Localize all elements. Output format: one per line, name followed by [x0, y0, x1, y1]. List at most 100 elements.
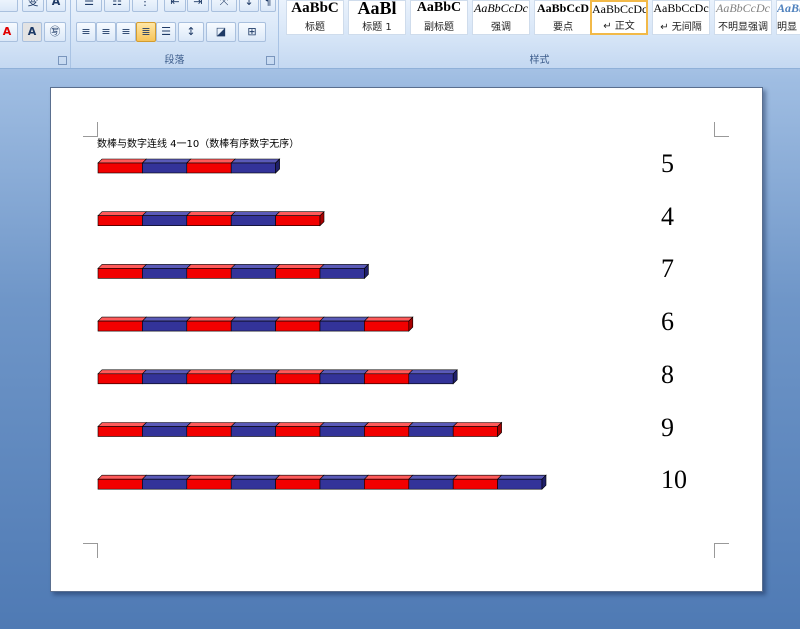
paragraph-dialog-launcher[interactable]	[266, 56, 275, 65]
rod-segment-top	[141, 211, 192, 216]
rod-segment-blue	[319, 478, 365, 490]
rod-segment-top	[274, 211, 325, 216]
style-intense-emphasis[interactable]: AaBb 明显	[776, 0, 800, 35]
chinese-layout-button[interactable]: ⤧	[211, 0, 237, 12]
rod-segment-blue	[319, 320, 365, 332]
rod-segment-top	[141, 474, 192, 480]
rod-segment-red	[186, 268, 232, 279]
borders-button[interactable]: ⊞	[238, 22, 266, 42]
multilevel-list-button[interactable]: ⋮	[132, 0, 158, 12]
line-spacing-button[interactable]: ↕	[178, 22, 204, 42]
rod-segment-top	[97, 369, 148, 375]
rod-segment-blue	[230, 478, 276, 490]
number-rod	[97, 474, 547, 490]
style-no-spacing[interactable]: AaBbCcDc ↵ 无间隔	[652, 0, 710, 35]
rod-segment-red	[364, 320, 410, 332]
align-right-icon: ≡	[121, 25, 131, 38]
distributed-icon: ☰	[161, 25, 171, 38]
sort-button[interactable]: ↧	[239, 0, 259, 12]
rod-segment-red	[452, 426, 498, 437]
align-left-button[interactable]: ≡	[76, 22, 96, 42]
rod-segment-top	[363, 316, 414, 322]
rod-segment-red	[364, 373, 410, 385]
style-heading-1[interactable]: AaBl 标题 1	[348, 0, 406, 35]
justify-button[interactable]: ≣	[136, 22, 156, 42]
bullets-icon: ☰	[84, 0, 94, 8]
rod-segment-red	[97, 373, 143, 385]
style-subtitle[interactable]: AaBbC 副标题	[410, 0, 468, 35]
style-subtle-emphasis[interactable]: AaBbCcDc 不明显强调	[714, 0, 772, 35]
char-border-button[interactable]: A	[46, 0, 66, 12]
rod-segment-red	[97, 320, 143, 332]
rod-segment-top	[363, 474, 414, 480]
rod-segment-top	[141, 369, 192, 375]
rod-segment-red	[186, 320, 232, 332]
rod-segment-top	[319, 474, 370, 480]
number-rod	[97, 369, 458, 385]
style-emphasis[interactable]: AaBbCcDc 强调	[472, 0, 530, 35]
rod-segment-top	[186, 369, 236, 375]
font-color-button[interactable]: A	[0, 22, 18, 42]
increase-indent-button[interactable]: ⇥	[187, 0, 209, 12]
number-label: 6	[661, 307, 674, 337]
rod-segment-top	[230, 158, 281, 164]
paragraph-group: ☰ ☷ ⋮ ⇤ ⇥ ⤧ ↧ ¶ ≡ ≡ ≡ ≣ ☰ ↕ ◪ ⊞ 段落	[71, 0, 279, 68]
rod-segment-top	[230, 316, 281, 322]
rod-segment-top	[274, 369, 325, 375]
number-rods	[97, 158, 547, 490]
rod-segment-blue	[497, 478, 543, 490]
rod-segment-blue	[230, 268, 276, 279]
justify-icon: ≣	[141, 25, 151, 38]
ribbon: 变 A A A ㊢ ☰ ☷ ⋮ ⇤ ⇥ ⤧ ↧ ¶ ≡ ≡ ≡ ≣ ☰ ↕ ◪ …	[0, 0, 800, 69]
rod-segment-top	[452, 474, 503, 480]
align-center-icon: ≡	[101, 25, 111, 38]
number-label: 10	[661, 465, 687, 495]
rod-segment-top	[274, 316, 325, 322]
rod-segment-blue	[230, 320, 276, 332]
document-page[interactable]: 数棒与数字连线 4一10（数棒有序数字无序） 5 4 7 6 8 9 10	[50, 87, 763, 592]
rod-segment-top	[274, 474, 325, 480]
rod-segment-blue	[230, 162, 276, 174]
rod-segment-blue	[142, 215, 188, 226]
char-shading-button[interactable]: A	[22, 22, 42, 42]
change-case-button[interactable]	[0, 0, 18, 12]
rod-segment-blue	[408, 426, 454, 437]
rod-segment-blue	[408, 478, 454, 490]
numbering-button[interactable]: ☷	[104, 0, 130, 12]
decrease-indent-button[interactable]: ⇤	[164, 0, 186, 12]
bullets-button[interactable]: ☰	[76, 0, 102, 12]
enclose-chars-button[interactable]: ㊢	[44, 22, 66, 42]
rod-segment-top	[141, 264, 192, 269]
shading-button[interactable]: ◪	[206, 22, 236, 42]
rod-segment-top	[186, 158, 236, 164]
rod-segment-blue	[142, 373, 188, 385]
style-strong[interactable]: AaBbCcD 要点	[534, 0, 592, 35]
align-center-button[interactable]: ≡	[96, 22, 116, 42]
number-label: 8	[661, 359, 674, 389]
rod-segment-top	[141, 158, 192, 164]
align-right-button[interactable]: ≡	[116, 22, 136, 42]
rod-segment-blue	[319, 268, 365, 279]
style-normal[interactable]: AaBbCcDc ↵ 正文	[590, 0, 648, 35]
rod-segment-red	[275, 478, 321, 490]
rod-segment-red	[275, 320, 321, 332]
sort-icon: ↧	[244, 0, 254, 8]
quick-styles-gallery: AaBbC 标题 AaBl 标题 1 AaBbC 副标题 AaBbCcDc 强调…	[286, 0, 800, 35]
distributed-button[interactable]: ☰	[156, 22, 176, 42]
rod-segment-top	[230, 264, 281, 269]
rod-segment-blue	[142, 162, 188, 174]
phonetic-guide-button[interactable]: 变	[22, 0, 44, 12]
style-title[interactable]: AaBbC 标题	[286, 0, 344, 35]
rod-segment-top	[141, 422, 192, 427]
number-label: 9	[661, 412, 674, 442]
rod-segment-top	[186, 316, 236, 322]
rod-segment-top	[408, 369, 458, 375]
rod-segment-top	[408, 422, 458, 427]
rod-segment-red	[186, 478, 232, 490]
font-dialog-launcher[interactable]	[58, 56, 67, 65]
rod-segment-red	[97, 162, 143, 174]
show-marks-button[interactable]: ¶	[260, 0, 276, 12]
number-rod	[97, 158, 281, 174]
rod-segment-top	[319, 264, 370, 269]
line-spacing-icon: ↕	[186, 25, 196, 38]
